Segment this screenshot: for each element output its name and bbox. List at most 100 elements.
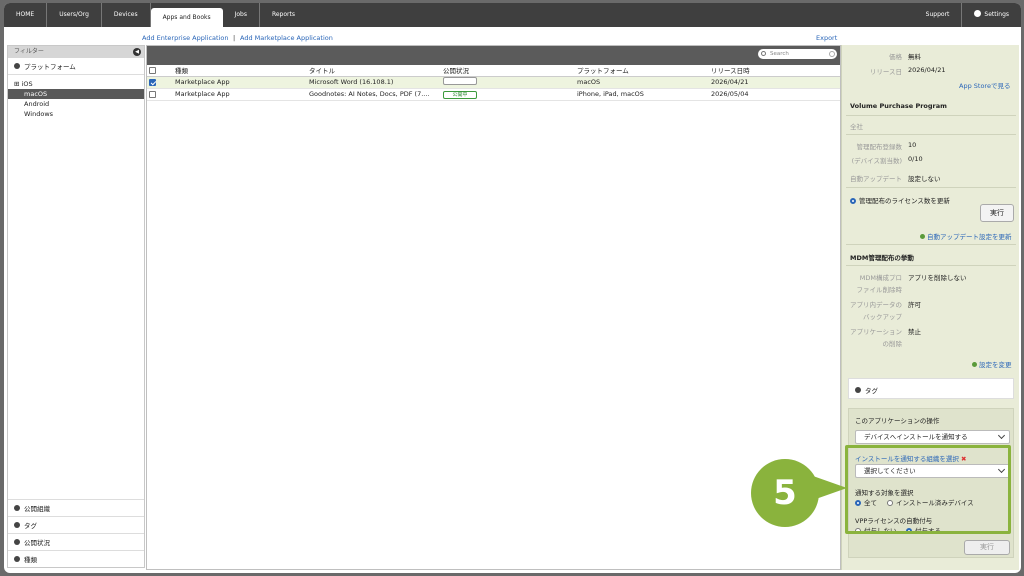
collapse-icon[interactable]: ◀: [133, 48, 141, 56]
filter-sidebar: フィルター ◀ プラットフォーム ⊞ iOS macOS Android Win…: [7, 45, 145, 568]
app-window: HOME Users/Org Devices Apps and Books Jo…: [4, 3, 1021, 573]
nav-devices[interactable]: Devices: [102, 3, 151, 27]
column-header-status[interactable]: 公開状況: [441, 65, 575, 77]
export-link[interactable]: Export: [816, 34, 837, 42]
nav-settings[interactable]: Settings: [962, 3, 1021, 27]
cell-title: Goodnotes: AI Notes, Docs, PDF (7....: [307, 88, 441, 101]
run-license-button[interactable]: 実行: [980, 204, 1014, 222]
status-badge: [443, 77, 477, 85]
auto-update-value: 設定しない: [908, 175, 941, 183]
license-update-radio[interactable]: 管理配布のライセンス数を更新: [850, 195, 950, 205]
row-checkbox-cell[interactable]: [147, 88, 173, 101]
mdm-profile-value: アプリを削除しない: [908, 274, 967, 282]
operation-select[interactable]: デバイスへインストールを通知する: [855, 430, 1010, 444]
add-enterprise-app-link[interactable]: Add Enterprise Application: [142, 34, 228, 42]
step-callout: 5: [751, 459, 819, 527]
divider: [846, 115, 1016, 116]
mdm-profile-label: ファイル削除時: [856, 286, 903, 294]
nav-home[interactable]: HOME: [4, 3, 48, 27]
table-row[interactable]: Marketplace App Goodnotes: AI Notes, Doc…: [147, 88, 840, 101]
filter-bottom-sections: 公開組織 タグ 公開状況 種類: [8, 499, 144, 567]
search-placeholder: Search: [770, 51, 789, 57]
device-alloc-value: 0/10: [908, 155, 923, 163]
auto-update-settings-link[interactable]: 自動アップデート設定を更新: [920, 231, 1012, 241]
price-value: 無料: [908, 53, 921, 61]
app-table-panel: Search 種類 タイトル 公開状況 プラットフォーム リリース日時 Mark…: [146, 45, 841, 570]
filter-section-platform[interactable]: プラットフォーム: [8, 58, 144, 75]
column-header-release[interactable]: リリース日時: [709, 65, 840, 77]
device-alloc-label: (デバイス割当数): [851, 157, 902, 165]
app-store-link[interactable]: App Storeで見る: [959, 80, 1010, 90]
tag-section-label: タグ: [865, 387, 878, 395]
filter-title: フィルター: [14, 48, 44, 55]
row-checkbox-cell[interactable]: [147, 76, 173, 89]
checkbox-checked[interactable]: [149, 78, 156, 86]
chevron-circle-icon: [14, 556, 20, 562]
platform-item-macos[interactable]: macOS: [8, 89, 144, 99]
cell-type: Marketplace App: [173, 88, 307, 101]
filter-header: フィルター ◀: [8, 46, 144, 58]
nav-apps-and-books[interactable]: Apps and Books: [150, 8, 223, 27]
chevron-down-icon: [997, 431, 1006, 440]
tag-section[interactable]: タグ: [848, 378, 1014, 399]
status-badge: 公開中: [443, 90, 477, 99]
platform-item-android[interactable]: Android: [8, 99, 144, 109]
vpp-org: 全社: [850, 123, 863, 131]
platform-item-windows[interactable]: Windows: [8, 109, 144, 119]
search-icon: [761, 51, 766, 56]
column-header-title[interactable]: タイトル: [307, 65, 441, 77]
column-header-type[interactable]: 種類: [173, 65, 307, 77]
auto-update-link-label: 自動アップデート設定を更新: [927, 233, 1012, 241]
cell-platform: macOS: [575, 76, 709, 89]
platform-list: ⊞ iOS macOS Android Windows: [8, 75, 144, 119]
run-operation-button[interactable]: 実行: [964, 540, 1010, 555]
plus-icon: [920, 234, 925, 239]
header-select-all[interactable]: [147, 65, 173, 77]
filter-section-label: プラットフォーム: [24, 63, 76, 71]
radio-selected[interactable]: [850, 198, 856, 204]
tag-section-header: タグ: [855, 385, 878, 395]
nav-jobs[interactable]: Jobs: [223, 3, 260, 27]
vpp-heading: Volume Purchase Program: [850, 102, 947, 110]
link-separator: |: [233, 34, 236, 42]
checkbox[interactable]: [149, 66, 156, 74]
filter-section-tag[interactable]: タグ: [8, 516, 144, 533]
search-input[interactable]: Search: [758, 49, 837, 59]
divider: [846, 265, 1016, 266]
backup-label: バックアップ: [863, 313, 902, 321]
divider: [846, 187, 1016, 188]
auto-update-label: 自動アップデート: [850, 175, 902, 183]
backup-label: アプリ内データの: [850, 301, 902, 309]
nav-users-org[interactable]: Users/Org: [47, 3, 102, 27]
chevron-circle-icon: [855, 387, 861, 393]
filter-section-type[interactable]: 種類: [8, 550, 144, 567]
filter-section-label: 公開状況: [24, 539, 50, 547]
column-header-platform[interactable]: プラットフォーム: [575, 65, 709, 77]
filter-section-label: タグ: [24, 522, 37, 530]
chevron-circle-icon: [14, 63, 20, 69]
filter-section-label: 公開組織: [24, 505, 50, 513]
nav-reports[interactable]: Reports: [260, 3, 307, 27]
divider: [846, 134, 1016, 135]
nav-support[interactable]: Support: [914, 3, 963, 27]
checkbox[interactable]: [149, 90, 156, 98]
clear-icon[interactable]: [829, 51, 835, 57]
change-settings-label: 設定を変更: [979, 361, 1012, 369]
mdm-profile-label: MDM構成プロ: [859, 274, 902, 282]
filter-section-status[interactable]: 公開状況: [8, 533, 144, 550]
operation-select-value: デバイスへインストールを通知する: [864, 433, 968, 441]
cell-type: Marketplace App: [173, 76, 307, 89]
add-marketplace-app-link[interactable]: Add Marketplace Application: [240, 34, 333, 42]
filter-section-org[interactable]: 公開組織: [8, 499, 144, 516]
delete-label: アプリケーション: [850, 328, 902, 336]
chevron-circle-icon: [14, 522, 20, 528]
delete-label: の削除: [882, 340, 903, 348]
ops-heading: このアプリケーションの操作: [855, 417, 940, 425]
table-row[interactable]: Marketplace App Microsoft Word (16.108.1…: [147, 76, 840, 89]
top-navigation: HOME Users/Org Devices Apps and Books Jo…: [4, 3, 1021, 27]
change-settings-link[interactable]: 設定を変更: [972, 359, 1012, 369]
platform-item-ios[interactable]: ⊞ iOS: [8, 79, 144, 89]
mgmt-count-value: 10: [908, 141, 917, 149]
expand-icon: ⊞: [14, 80, 22, 88]
mdm-heading: MDM管理配布の挙動: [850, 254, 914, 262]
